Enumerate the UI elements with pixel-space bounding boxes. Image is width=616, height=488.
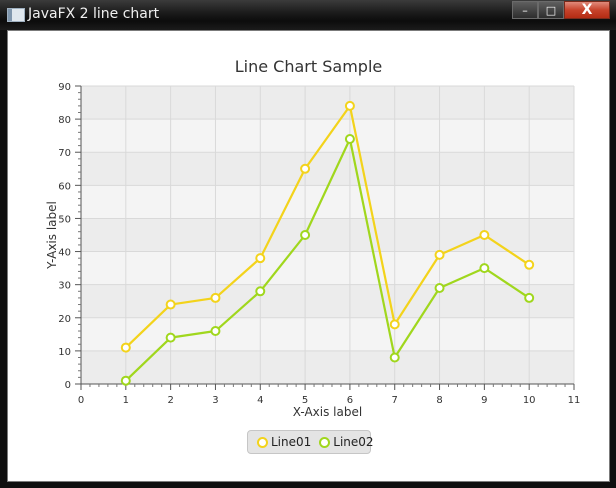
y-tick-label: 0: [65, 380, 71, 391]
x-tick-label: 10: [523, 395, 536, 406]
data-point-series1: [300, 163, 311, 174]
data-point-series1: [210, 292, 221, 303]
x-tick-label: 9: [481, 395, 487, 406]
x-tick-label: 0: [78, 395, 84, 406]
legend-label-line01: Line01: [271, 435, 312, 449]
chart-legend: Line01 Line02: [247, 430, 374, 454]
chart-container: Line Chart Sample 0 10 20 30 40 50 60 70 80 90 0 1 2…: [7, 30, 610, 482]
data-point-series1: [165, 299, 176, 310]
y-tick-label: 30: [58, 281, 71, 292]
data-point-series1: [344, 100, 355, 111]
data-point-series2: [300, 230, 311, 240]
window-title: JavaFX 2 line chart: [28, 6, 160, 22]
plot-band: [81, 350, 574, 384]
y-tick-label: 10: [58, 347, 71, 358]
x-tick-label: 2: [167, 395, 173, 406]
data-point-series2: [479, 263, 490, 274]
legend-marker-line01: [257, 436, 268, 448]
y-tick-label: 90: [58, 82, 71, 93]
plot-band: [81, 152, 574, 186]
legend-label-line02: Line02: [333, 435, 374, 449]
legend-item-line02: Line02: [319, 435, 374, 449]
plot-band: [81, 86, 574, 120]
line-chart: 01020304050607080900 1 2 3 4 5 6 7 8 9 10 11X-Axis …: [45, 82, 581, 419]
y-tick-label: 60: [58, 181, 71, 192]
data-point-series2: [210, 326, 221, 337]
x-tick-label: 1: [123, 395, 129, 406]
data-point-series2: [255, 286, 266, 297]
data-point-series2: [344, 133, 355, 144]
data-point-series1: [479, 230, 490, 240]
legend-item-line01: Line01: [257, 435, 311, 449]
data-point-series2: [389, 352, 400, 363]
y-axis-label: Y-Axis label: [45, 201, 59, 270]
data-point-series2: [120, 375, 131, 386]
data-point-series1: [389, 319, 400, 330]
plot-band: [81, 317, 574, 351]
plot-band: [81, 185, 574, 219]
data-point-series2: [434, 282, 445, 293]
x-axis-label: X-Axis label: [293, 405, 362, 419]
data-point-series1: [120, 342, 131, 353]
minimize-button[interactable]: –: [512, 1, 538, 19]
data-point-series1: [434, 249, 445, 260]
data-point-series2: [165, 332, 176, 343]
x-tick-label: 8: [436, 395, 442, 406]
data-point-series2: [524, 292, 535, 303]
window-icon: [7, 8, 25, 22]
y-tick-label: 40: [58, 248, 71, 259]
maximize-button[interactable]: □: [538, 1, 564, 19]
x-tick-label: 7: [392, 395, 398, 406]
window-controls: – □ X: [512, 1, 610, 21]
legend-marker-line02: [319, 436, 331, 448]
x-tick-label: 4: [257, 395, 263, 406]
y-tick-label: 20: [58, 314, 71, 325]
app-window: JavaFX 2 line chart – □ X Line Chart Sam…: [0, 0, 616, 488]
y-tick-label: 50: [58, 214, 71, 225]
x-tick-label: 11: [568, 395, 581, 406]
plot-band: [81, 284, 574, 318]
close-button[interactable]: X: [564, 1, 610, 19]
data-point-series1: [255, 253, 266, 264]
data-point-series1: [524, 259, 535, 270]
y-tick-label: 70: [58, 148, 71, 159]
x-tick-label: 3: [212, 395, 218, 406]
y-tick-label: 80: [58, 115, 71, 126]
title-bar[interactable]: JavaFX 2 line chart – □ X: [0, 0, 616, 30]
